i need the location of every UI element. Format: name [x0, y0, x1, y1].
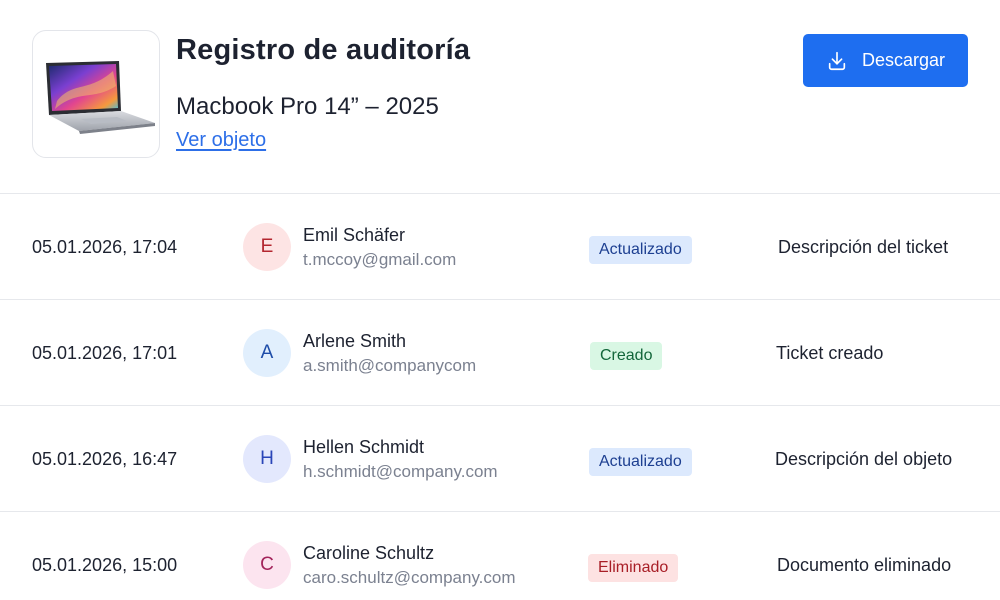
user-email: h.schmidt@company.com [303, 462, 498, 481]
avatar: H [243, 435, 291, 483]
audit-log-row: 05.01.2026, 17:01 A Arlene Smith a.smith… [0, 300, 1000, 406]
event-datetime: 05.01.2026, 16:47 [32, 448, 178, 469]
status-badge: Actualizado [589, 448, 692, 476]
avatar: A [243, 329, 291, 377]
page-header: Registro de auditoría Macbook Pro 14” – … [0, 0, 1000, 194]
download-button-label: Descargar [861, 50, 946, 70]
audit-log-row: 05.01.2026, 16:47 H Hellen Schmidt h.sch… [0, 406, 1000, 512]
user-email: caro.schultz@company.com [303, 568, 516, 587]
audit-log-row: 05.01.2026, 17:04 E Emil Schäfer t.mccoy… [0, 194, 1000, 300]
event-description: Ticket creado [776, 342, 884, 363]
user-email: t.mccoy@gmail.com [303, 250, 457, 269]
user-name: Emil Schäfer [303, 225, 406, 245]
item-name: Macbook Pro 14” – 2025 [176, 93, 439, 120]
user-name: Caroline Schultz [303, 543, 435, 563]
download-button[interactable]: Descargar [803, 34, 968, 87]
product-thumbnail [32, 30, 160, 158]
event-description: Documento eliminado [777, 554, 952, 575]
download-icon [828, 51, 846, 70]
status-badge: Creado [590, 342, 663, 370]
event-description: Descripción del objeto [775, 448, 953, 469]
audit-log-row: 05.01.2026, 15:00 C Caroline Schultz car… [0, 512, 1000, 600]
view-object-link[interactable]: Ver objeto [176, 129, 266, 152]
status-badge: Actualizado [589, 236, 692, 264]
event-datetime: 05.01.2026, 17:04 [32, 236, 178, 257]
laptop-image [46, 61, 155, 134]
user-email: a.smith@companycom [303, 356, 477, 375]
event-datetime: 05.01.2026, 17:01 [32, 342, 178, 363]
event-description: Descripción del ticket [778, 236, 949, 257]
page-title: Registro de auditoría [176, 34, 471, 66]
audit-log-list: 05.01.2026, 17:04 E Emil Schäfer t.mccoy… [0, 194, 1000, 600]
avatar: C [243, 541, 291, 589]
event-datetime: 05.01.2026, 15:00 [32, 554, 178, 575]
user-name: Arlene Smith [303, 331, 407, 351]
avatar: E [243, 223, 291, 271]
status-badge: Eliminado [588, 554, 679, 582]
user-name: Hellen Schmidt [303, 437, 425, 457]
